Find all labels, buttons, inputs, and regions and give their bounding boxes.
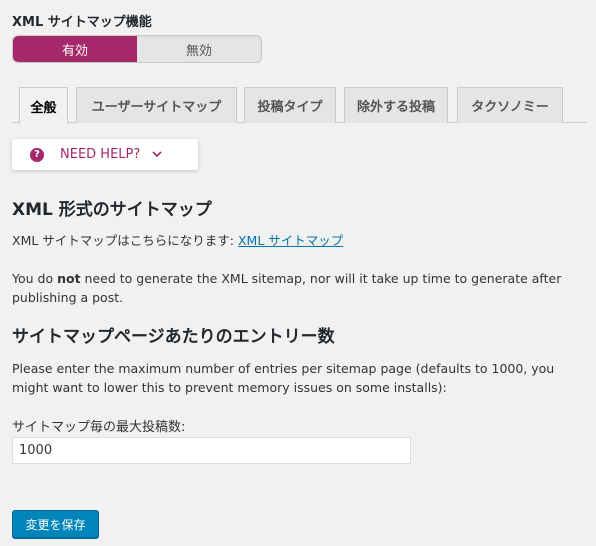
toggle-on-option[interactable]: 有効 — [13, 36, 137, 62]
max-posts-label: サイトマップ毎の最大投稿数: — [12, 420, 186, 435]
generation-note: You do not need to generate the XML site… — [12, 269, 590, 307]
question-circle-icon: ? — [30, 147, 44, 162]
note-before: You do — [12, 271, 58, 286]
toggle-off-option[interactable]: 無効 — [137, 36, 261, 62]
max-posts-input[interactable] — [12, 437, 411, 464]
tab-post-types[interactable]: 投稿タイプ — [244, 87, 336, 123]
tab-excluded-posts[interactable]: 除外する投稿 — [344, 87, 448, 123]
entries-heading: サイトマップページあたりのエントリー数 — [12, 327, 335, 347]
sitemap-feature-toggle[interactable]: 有効 無効 — [12, 35, 262, 63]
tab-taxonomy[interactable]: タクソノミー — [457, 87, 563, 123]
tab-general[interactable]: 全般 — [19, 87, 68, 124]
note-after: need to generate the XML sitemap, nor wi… — [12, 271, 562, 305]
sitemap-feature-label: XML サイトマップ機能 — [12, 15, 152, 30]
xml-sitemap-link[interactable]: XML サイトマップ — [238, 233, 343, 248]
xml-sitemap-intro-text: XML サイトマップはこちらになります: — [12, 233, 238, 248]
need-help-toggle[interactable]: ? NEED HELP? — [12, 139, 198, 170]
need-help-label: NEED HELP? — [60, 147, 141, 162]
xml-sitemap-intro: XML サイトマップはこちらになります: XML サイトマップ — [12, 231, 343, 250]
note-bold: not — [57, 271, 81, 286]
settings-tabs: 全般 ユーザーサイトマップ 投稿タイプ 除外する投稿 タクソノミー — [12, 87, 587, 124]
entries-description: Please enter the maximum number of entri… — [12, 361, 555, 395]
save-changes-button[interactable]: 変更を保存 — [12, 510, 99, 538]
xml-sitemap-heading: XML 形式のサイトマップ — [12, 200, 212, 220]
tab-user-sitemap[interactable]: ユーザーサイトマップ — [76, 87, 237, 123]
chevron-down-icon — [152, 148, 162, 161]
